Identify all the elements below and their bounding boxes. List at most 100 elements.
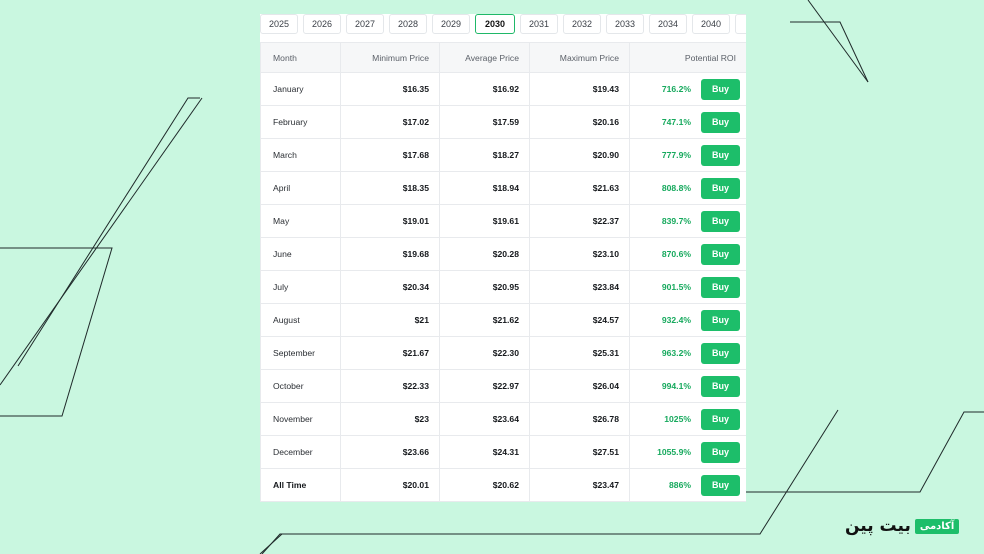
month-cell: July (260, 270, 341, 304)
minimum-price-cell: $23 (340, 402, 440, 436)
header-month: Month (260, 42, 341, 73)
maximum-price-cell: $21.63 (529, 171, 630, 205)
maximum-price-cell: $23.10 (529, 237, 630, 271)
table-row: September $21.67 $22.30 $25.31 963.2% Buy (260, 336, 746, 370)
year-tab-2029[interactable]: 2029 (432, 14, 470, 34)
minimum-price-cell: $21.67 (340, 336, 440, 370)
average-price-cell: $20.95 (439, 270, 530, 304)
month-cell: March (260, 138, 341, 172)
minimum-price-cell: $19.01 (340, 204, 440, 238)
minimum-price-cell: $20.01 (340, 468, 440, 502)
table-row: May $19.01 $19.61 $22.37 839.7% Buy (260, 204, 746, 238)
roi-cell: 1025% Buy (629, 402, 746, 436)
price-table: Month Minimum Price Average Price Maximu… (260, 42, 746, 502)
roi-cell: 747.1% Buy (629, 105, 746, 139)
average-price-cell: $24.31 (439, 435, 530, 469)
maximum-price-cell: $20.90 (529, 138, 630, 172)
roi-cell: 994.1% Buy (629, 369, 746, 403)
year-tab-2025[interactable]: 2025 (260, 14, 298, 34)
roi-value: 901.5% (661, 282, 691, 292)
month-cell: June (260, 237, 341, 271)
month-cell: October (260, 369, 341, 403)
average-price-cell: $20.28 (439, 237, 530, 271)
year-tab-20[interactable]: 20 (735, 14, 746, 34)
buy-button[interactable]: Buy (701, 309, 740, 331)
minimum-price-cell: $17.68 (340, 138, 440, 172)
buy-button[interactable]: Buy (701, 144, 740, 166)
maximum-price-cell: $26.04 (529, 369, 630, 403)
roi-value: 839.7% (661, 216, 691, 226)
maximum-price-cell: $23.47 (529, 468, 630, 502)
roi-value: 994.1% (661, 381, 691, 391)
table-row: December $23.66 $24.31 $27.51 1055.9% Buy (260, 435, 746, 469)
roi-value: 932.4% (661, 315, 691, 325)
table-row: February $17.02 $17.59 $20.16 747.1% Buy (260, 105, 746, 139)
year-tab-2040[interactable]: 2040 (692, 14, 730, 34)
month-cell: September (260, 336, 341, 370)
header-potential-roi: Potential ROI (629, 42, 746, 73)
table-row: March $17.68 $18.27 $20.90 777.9% Buy (260, 138, 746, 172)
buy-button[interactable]: Buy (701, 375, 740, 397)
table-row: All Time $20.01 $20.62 $23.47 886% Buy (260, 468, 746, 502)
month-cell: August (260, 303, 341, 337)
logo-mark: بیت پین (845, 516, 911, 536)
roi-value: 716.2% (661, 84, 691, 94)
table-row: June $19.68 $20.28 $23.10 870.6% Buy (260, 237, 746, 271)
roi-value: 870.6% (661, 249, 691, 259)
year-tab-2033[interactable]: 2033 (606, 14, 644, 34)
average-price-cell: $18.27 (439, 138, 530, 172)
academy-logo: بیت پین آکادمی (845, 515, 960, 537)
maximum-price-cell: $22.37 (529, 204, 630, 238)
maximum-price-cell: $24.57 (529, 303, 630, 337)
roi-cell: 870.6% Buy (629, 237, 746, 271)
table-row: August $21 $21.62 $24.57 932.4% Buy (260, 303, 746, 337)
roi-cell: 1055.9% Buy (629, 435, 746, 469)
roi-cell: 777.9% Buy (629, 138, 746, 172)
month-cell: January (260, 72, 341, 106)
table-row: January $16.35 $16.92 $19.43 716.2% Buy (260, 72, 746, 106)
average-price-cell: $17.59 (439, 105, 530, 139)
buy-button[interactable]: Buy (701, 243, 740, 265)
roi-value: 777.9% (661, 150, 691, 160)
roi-cell: 963.2% Buy (629, 336, 746, 370)
year-tab-2032[interactable]: 2032 (563, 14, 601, 34)
maximum-price-cell: $20.16 (529, 105, 630, 139)
year-tab-2034[interactable]: 2034 (649, 14, 687, 34)
buy-button[interactable]: Buy (701, 342, 740, 364)
year-tab-2030[interactable]: 2030 (475, 14, 515, 34)
minimum-price-cell: $16.35 (340, 72, 440, 106)
year-tab-2031[interactable]: 2031 (520, 14, 558, 34)
buy-button[interactable]: Buy (701, 177, 740, 199)
table-row: October $22.33 $22.97 $26.04 994.1% Buy (260, 369, 746, 403)
year-tab-2026[interactable]: 2026 (303, 14, 341, 34)
average-price-cell: $22.97 (439, 369, 530, 403)
roi-cell: 901.5% Buy (629, 270, 746, 304)
price-prediction-panel: 2025 2026 2027 2028 2029 2030 2031 2032 2033 2034… (260, 14, 746, 502)
buy-button[interactable]: Buy (701, 111, 740, 133)
table-row: July $20.34 $20.95 $23.84 901.5% Buy (260, 270, 746, 304)
minimum-price-cell: $17.02 (340, 105, 440, 139)
average-price-cell: $20.62 (439, 468, 530, 502)
buy-button[interactable]: Buy (701, 276, 740, 298)
year-tab-2027[interactable]: 2027 (346, 14, 384, 34)
roi-value: 963.2% (661, 348, 691, 358)
average-price-cell: $21.62 (439, 303, 530, 337)
buy-button[interactable]: Buy (701, 408, 740, 430)
average-price-cell: $23.64 (439, 402, 530, 436)
minimum-price-cell: $18.35 (340, 171, 440, 205)
month-cell: April (260, 171, 341, 205)
roi-value: 1025% (664, 414, 691, 424)
roi-value: 1055.9% (657, 447, 691, 457)
roi-cell: 716.2% Buy (629, 72, 746, 106)
year-tabs: 2025 2026 2027 2028 2029 2030 2031 2032 2033 2034… (260, 14, 746, 38)
maximum-price-cell: $25.31 (529, 336, 630, 370)
minimum-price-cell: $19.68 (340, 237, 440, 271)
buy-button[interactable]: Buy (701, 78, 740, 100)
year-tab-2028[interactable]: 2028 (389, 14, 427, 34)
buy-button[interactable]: Buy (701, 441, 740, 463)
minimum-price-cell: $22.33 (340, 369, 440, 403)
buy-button[interactable]: Buy (701, 474, 740, 496)
maximum-price-cell: $19.43 (529, 72, 630, 106)
buy-button[interactable]: Buy (701, 210, 740, 232)
header-average-price: Average Price (439, 42, 530, 73)
